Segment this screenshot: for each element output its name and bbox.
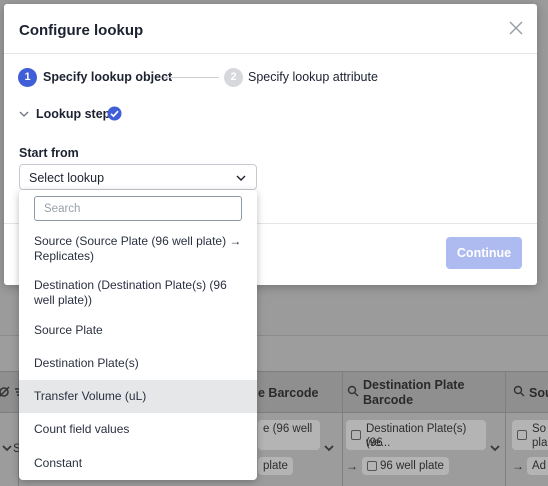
start-from-label: Start from xyxy=(19,146,79,160)
checkbox[interactable] xyxy=(367,461,377,471)
step-2-label: Specify lookup attribute xyxy=(248,70,378,84)
select-value: Select lookup xyxy=(29,171,105,185)
chevron-down-icon[interactable] xyxy=(322,441,336,455)
cell-chip: plate xyxy=(258,457,293,475)
lookup-dropdown-menu: Source (Source Plate (96 well plate) → R… xyxy=(19,190,257,480)
search-icon xyxy=(347,385,359,397)
column-header-destination-plate-barcode[interactable]: Destination Plate Barcode xyxy=(363,378,493,408)
divider xyxy=(4,53,537,54)
visibility-icon xyxy=(0,386,10,398)
search-input[interactable] xyxy=(34,196,242,221)
step-1-indicator: 1 xyxy=(18,68,37,87)
lookup-select[interactable]: Select lookup xyxy=(19,164,257,190)
arrow: → xyxy=(512,459,524,473)
close-icon[interactable] xyxy=(507,19,525,37)
continue-button[interactable]: Continue xyxy=(446,237,522,269)
dropdown-option[interactable]: Count field values xyxy=(19,422,257,437)
arrow: → xyxy=(346,459,358,473)
chevron-down-icon xyxy=(2,445,12,452)
step-connector xyxy=(164,77,219,78)
column-header-barcode[interactable]: e Barcode xyxy=(258,386,318,401)
dropdown-option[interactable]: Destination Plate(s) xyxy=(19,356,257,371)
cell-chip: e (96 well xyxy=(258,420,320,450)
modal-title: Configure lookup xyxy=(19,22,144,39)
column-separator xyxy=(505,371,506,486)
checkbox[interactable] xyxy=(351,430,361,440)
lookup-step-label: Lookup step xyxy=(36,107,111,121)
column-header-source[interactable]: Sou xyxy=(529,386,548,401)
chevron-down-icon xyxy=(236,175,246,181)
cell-chip: So pla xyxy=(512,420,548,450)
dropdown-option[interactable]: Constant xyxy=(19,456,257,471)
cell-chip: Ad xyxy=(527,457,548,475)
cell-chip: 96 well plate xyxy=(362,457,449,475)
search-icon xyxy=(513,385,525,397)
chevron-down-icon xyxy=(19,111,29,117)
step-2-indicator: 2 xyxy=(224,68,243,87)
dropdown-option-highlighted[interactable]: Transfer Volume (uL) xyxy=(19,380,257,413)
column-separator xyxy=(342,371,343,486)
checkbox[interactable] xyxy=(517,430,527,440)
step-1-label: Specify lookup object xyxy=(43,70,173,84)
dropdown-option[interactable]: Destination (Destination Plate(s) (96 we… xyxy=(19,278,257,307)
dropdown-option[interactable]: Source Plate xyxy=(19,323,257,338)
check-circle-icon xyxy=(107,106,122,121)
chevron-down-icon[interactable] xyxy=(488,441,502,455)
cell-chip: Destination Plate(s) (96 we... xyxy=(346,420,486,450)
dropdown-option[interactable]: Source (Source Plate (96 well plate) → R… xyxy=(19,234,257,263)
